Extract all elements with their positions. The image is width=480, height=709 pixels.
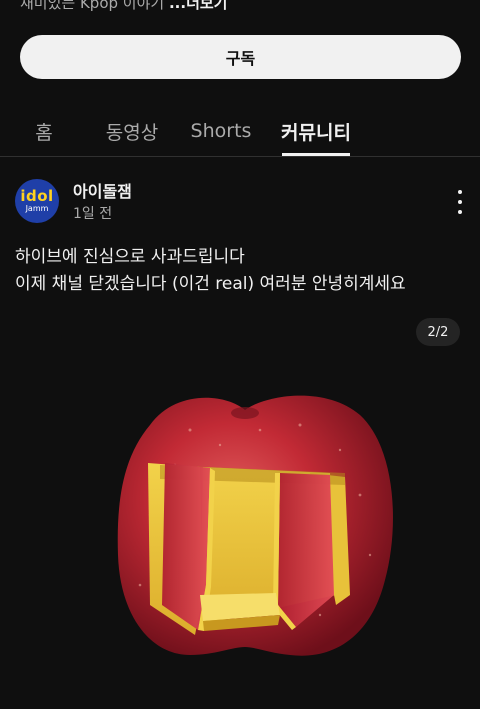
tabs-divider bbox=[0, 156, 480, 157]
image-counter-badge: 2/2 bbox=[416, 318, 460, 346]
channel-avatar[interactable]: idol Jamm bbox=[15, 179, 59, 223]
post-body: 하이브에 진심으로 사과드립니다 이제 채널 닫겠습니다 (이건 real) 여… bbox=[15, 244, 470, 298]
subscribe-button[interactable]: 구독 bbox=[20, 35, 461, 79]
description-text: 재미있는 Kpop 이야기 bbox=[20, 0, 169, 12]
channel-name[interactable]: 아이돌잼 bbox=[73, 178, 132, 202]
post-text-line-1: 하이브에 진심으로 사과드립니다 bbox=[15, 247, 245, 267]
carved-apple-image bbox=[117, 395, 393, 656]
tab-home[interactable]: 홈 bbox=[18, 105, 70, 157]
post-image[interactable] bbox=[0, 355, 480, 705]
tab-shorts[interactable]: Shorts bbox=[186, 105, 256, 157]
channel-tabs: 홈 동영상 Shorts 커뮤니티 bbox=[0, 105, 480, 157]
post-text-line-2: 이제 채널 닫겠습니다 (이건 real) 여러분 안녕히계세요 bbox=[15, 274, 406, 294]
tab-community[interactable]: 커뮤니티 bbox=[276, 105, 356, 157]
post-timestamp: 1일 전 bbox=[73, 206, 113, 222]
tab-videos[interactable]: 동영상 bbox=[98, 105, 166, 157]
avatar-logo-text: idol bbox=[20, 187, 54, 205]
more-link[interactable]: ...더보기 bbox=[169, 0, 228, 12]
more-vertical-icon[interactable] bbox=[450, 190, 470, 214]
channel-description[interactable]: 재미있는 Kpop 이야기 ...더보기 bbox=[20, 0, 227, 13]
avatar-logo-subtext: Jamm bbox=[25, 204, 49, 213]
